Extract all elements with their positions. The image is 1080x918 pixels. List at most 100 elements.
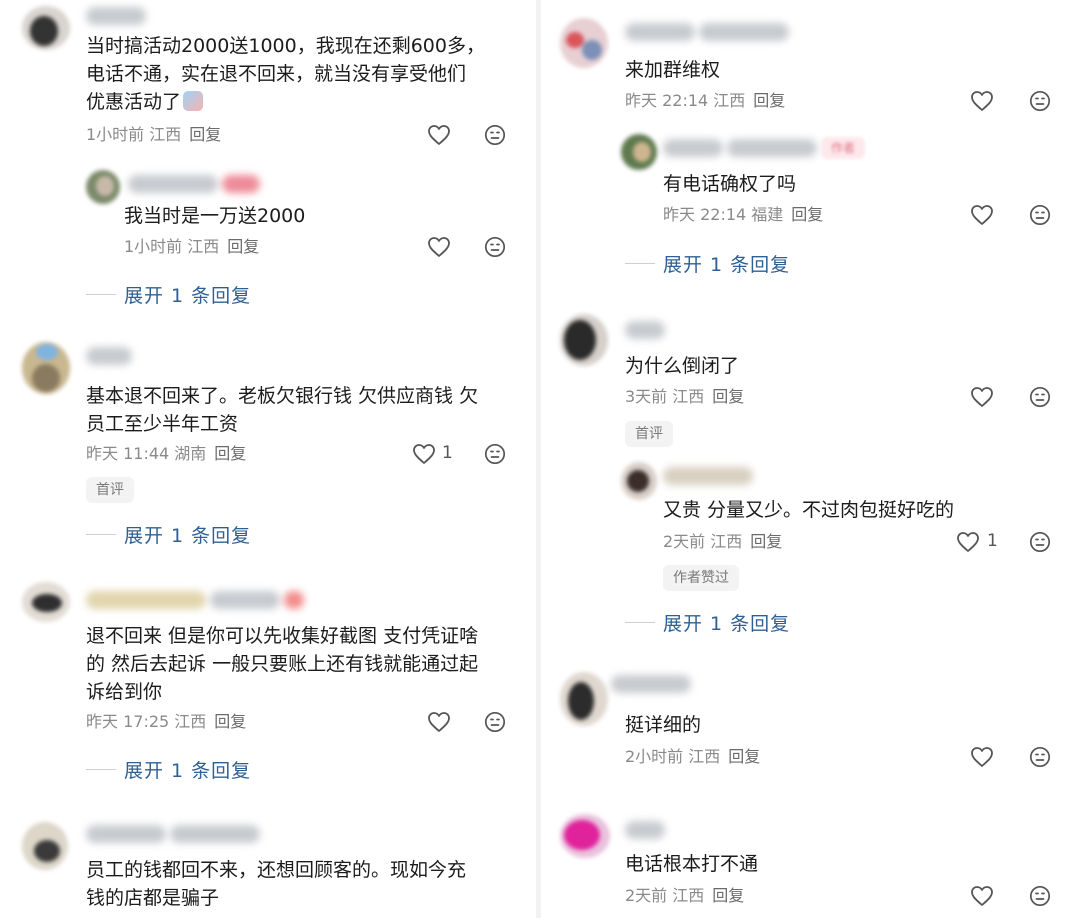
comment-time-location: 3天前 江西: [625, 387, 705, 406]
dislike-face-icon[interactable]: [1029, 204, 1051, 226]
divider-line: [86, 533, 116, 535]
reply-button[interactable]: 回复: [712, 886, 744, 905]
dislike-face-icon[interactable]: [1029, 885, 1051, 907]
reply-button[interactable]: 回复: [214, 712, 246, 731]
like-heart-icon[interactable]: [970, 90, 994, 112]
comment-text-line: 钱的店都是骗子: [86, 887, 220, 909]
username-blurred[interactable]: [611, 672, 691, 696]
dislike-face-icon[interactable]: [484, 236, 506, 258]
avatar[interactable]: [86, 170, 120, 204]
reply-button[interactable]: 回复: [750, 532, 782, 551]
avatar[interactable]: [560, 672, 608, 726]
comment-text-line: 员工的钱都回不来，还想回顾客的。现如今充: [86, 859, 467, 881]
comment-meta: 昨天 11:44 湖南 回复: [86, 443, 246, 465]
comment-meta: 2天前 江西 回复: [625, 885, 744, 907]
username-blurred[interactable]: [625, 318, 665, 342]
first-comment-tag: 首评: [86, 477, 134, 503]
reply-time-location: 2天前 江西: [663, 532, 743, 551]
dislike-face-icon[interactable]: [484, 711, 506, 733]
author-liked-tag: 作者赞过: [663, 565, 739, 591]
emoji-icon: [183, 91, 204, 111]
reply-text: 有电话确权了吗: [663, 173, 797, 195]
expand-replies-button[interactable]: 展开 1 条回复: [86, 756, 251, 782]
reply-button[interactable]: 回复: [189, 125, 221, 144]
reply-button[interactable]: 回复: [753, 91, 785, 110]
like-count: 1: [987, 531, 998, 551]
reply-meta: 1小时前 江西 回复: [124, 236, 259, 258]
comment-text-line: 当时搞活动2000送1000，我现在还剩600多，: [86, 35, 485, 57]
dislike-face-icon[interactable]: [1029, 90, 1051, 112]
divider-line: [86, 768, 116, 770]
username-blurred[interactable]: 作者: [663, 136, 866, 160]
like-count: 1: [442, 443, 453, 463]
avatar[interactable]: [621, 134, 657, 170]
reply-button[interactable]: 回复: [227, 237, 259, 256]
expand-replies-button[interactable]: 展开 1 条回复: [86, 521, 251, 547]
dislike-face-icon[interactable]: [1029, 386, 1051, 408]
comment-time-location: 2小时前 江西: [625, 747, 721, 766]
comment-meta: 昨天 17:25 江西 回复: [86, 711, 246, 733]
like-heart-icon[interactable]: [970, 204, 994, 226]
dislike-face-icon[interactable]: [1029, 746, 1051, 768]
reply-text: 我当时是一万送2000: [124, 205, 306, 227]
expand-replies-label: 展开 1 条回复: [124, 284, 252, 307]
avatar[interactable]: [560, 18, 608, 68]
comment-text: 为什么倒闭了: [625, 355, 740, 377]
avatar[interactable]: [22, 6, 70, 50]
dislike-face-icon[interactable]: [1029, 531, 1051, 553]
comment-text-line: 员工至少半年工资: [86, 413, 239, 435]
username-blurred[interactable]: [86, 822, 260, 846]
username-blurred[interactable]: [128, 172, 260, 196]
comment-text-line: 电话不通，实在退不回来，就当没有享受他们: [86, 63, 467, 85]
reply-meta: 2天前 江西 回复: [663, 531, 782, 553]
expand-replies-label: 展开 1 条回复: [663, 253, 791, 276]
expand-replies-button[interactable]: 展开 1 条回复: [625, 609, 790, 635]
avatar[interactable]: [621, 462, 657, 500]
divider-line: [625, 262, 655, 264]
username-blurred[interactable]: [86, 344, 132, 368]
dislike-face-icon[interactable]: [484, 124, 506, 146]
comment-meta: 昨天 22:14 江西 回复: [625, 90, 785, 112]
username-blurred[interactable]: [663, 464, 753, 488]
like-heart-icon[interactable]: [970, 386, 994, 408]
username-blurred[interactable]: [625, 20, 789, 44]
like-heart-icon[interactable]: [956, 531, 980, 553]
comment-text: 来加群维权: [625, 59, 721, 81]
like-heart-icon[interactable]: [412, 443, 436, 465]
comment-text-span: 优惠活动了: [86, 91, 182, 113]
comment-text-line: 的 然后去起诉 一般只要账上还有钱就能通过起: [86, 653, 479, 675]
comment-meta: 2小时前 江西 回复: [625, 746, 760, 768]
username-blurred[interactable]: [86, 588, 304, 612]
username-blurred[interactable]: [86, 4, 146, 28]
comment-time-location: 昨天 17:25 江西: [86, 712, 207, 731]
dislike-face-icon[interactable]: [484, 443, 506, 465]
comment-meta: 3天前 江西 回复: [625, 386, 744, 408]
like-heart-icon[interactable]: [427, 711, 451, 733]
avatar[interactable]: [560, 814, 610, 858]
avatar[interactable]: [22, 342, 70, 394]
expand-replies-button[interactable]: 展开 1 条回复: [86, 281, 251, 307]
reply-button[interactable]: 回复: [728, 747, 760, 766]
like-heart-icon[interactable]: [970, 885, 994, 907]
like-heart-icon[interactable]: [970, 746, 994, 768]
comment-text-line: 优惠活动了: [86, 88, 204, 116]
comment-text-line: 基本退不回来了。老板欠银行钱 欠供应商钱 欠: [86, 385, 479, 407]
reply-button[interactable]: 回复: [214, 444, 246, 463]
first-comment-tag: 首评: [625, 421, 673, 447]
divider-line: [625, 621, 655, 623]
comment-time-location: 2天前 江西: [625, 886, 705, 905]
like-heart-icon[interactable]: [427, 124, 451, 146]
reply-time-location: 1小时前 江西: [124, 237, 220, 256]
comment-text-line: 诉给到你: [86, 681, 163, 703]
reply-button[interactable]: 回复: [791, 205, 823, 224]
avatar[interactable]: [560, 314, 608, 366]
like-heart-icon[interactable]: [427, 236, 451, 258]
comment-column-right: 来加群维权 昨天 22:14 江西 回复 作者 有电话确权了吗 昨天 22:14 …: [541, 0, 1080, 918]
expand-replies-label: 展开 1 条回复: [124, 759, 252, 782]
expand-replies-button[interactable]: 展开 1 条回复: [625, 250, 790, 276]
reply-button[interactable]: 回复: [712, 387, 744, 406]
avatar[interactable]: [22, 582, 70, 622]
comment-meta: 1小时前 江西 回复: [86, 124, 221, 146]
username-blurred[interactable]: [625, 818, 665, 842]
avatar[interactable]: [22, 822, 68, 870]
